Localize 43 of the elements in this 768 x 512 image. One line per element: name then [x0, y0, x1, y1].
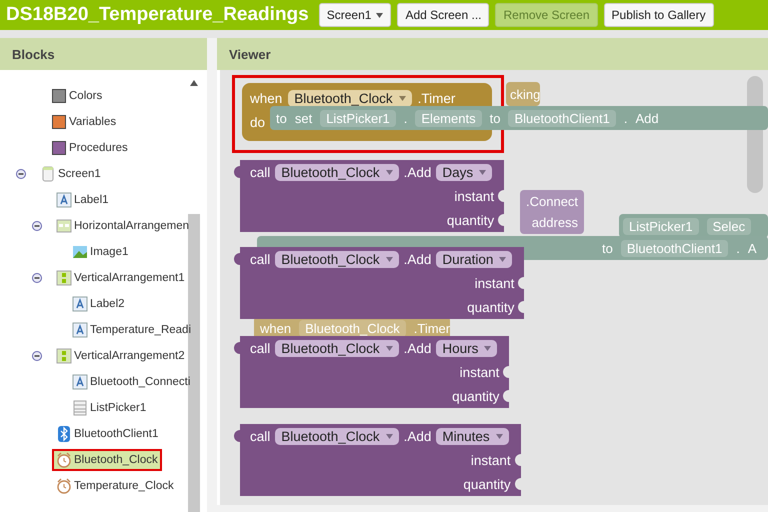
parameter-label: quantity — [446, 212, 494, 228]
faded-block-text: when — [260, 320, 292, 336]
block-keyword: .Add — [404, 252, 432, 266]
block-keyword: do — [250, 114, 266, 130]
block-keyword: call — [250, 340, 270, 356]
faded-block-text: . — [624, 110, 628, 126]
faded-block-text: Selec — [706, 218, 752, 234]
panel-title: Blocks — [12, 46, 55, 62]
parameter-label: instant — [474, 276, 514, 290]
parameter-label: instant — [470, 452, 511, 468]
block-keyword: .Add — [404, 428, 432, 444]
faded-block-text: .Timer — [414, 320, 450, 336]
block-keyword: .Add — [404, 164, 432, 180]
project-title: DS18B20_Temperature_Readings — [6, 4, 309, 26]
faded-block-text: to — [490, 110, 500, 126]
faded-block-text: set — [294, 110, 312, 126]
faded-block-text: Add — [635, 110, 659, 126]
block-keyword: .Add — [404, 340, 432, 356]
faded-block-text: . — [404, 110, 408, 126]
block-keyword: when — [250, 90, 282, 106]
parameter-label: quantity — [463, 476, 511, 492]
faded-block-text: BluetoothClient1 — [620, 240, 728, 256]
faded-block-text: cking — [510, 86, 540, 102]
parameter-label: quantity — [452, 388, 500, 404]
faded-block-text: Bluetooth_Clock — [299, 320, 406, 336]
faded-block-text: ListPicker1 — [623, 218, 699, 234]
faded-block-text: to — [602, 240, 613, 256]
parameter-label: instant — [454, 188, 494, 204]
block-keyword: call — [250, 164, 270, 180]
parameter-label: instant — [460, 364, 500, 380]
faded-block-text: ListPicker1 — [320, 110, 396, 126]
faded-block-text: to — [276, 110, 287, 126]
faded-block-text: BluetoothClient1 — [508, 110, 616, 126]
panel-title: Viewer — [229, 46, 271, 62]
faded-block-text: Elements — [415, 110, 482, 126]
block-keyword: call — [250, 428, 270, 444]
faded-block-text: A — [748, 240, 757, 256]
faded-block-text: address — [532, 215, 578, 230]
faded-block-text: . — [736, 240, 740, 256]
block-keyword: call — [250, 252, 270, 266]
parameter-label: quantity — [467, 300, 514, 314]
block-keyword: .Timer — [418, 90, 456, 106]
faded-block-text: .Connect — [526, 194, 578, 209]
